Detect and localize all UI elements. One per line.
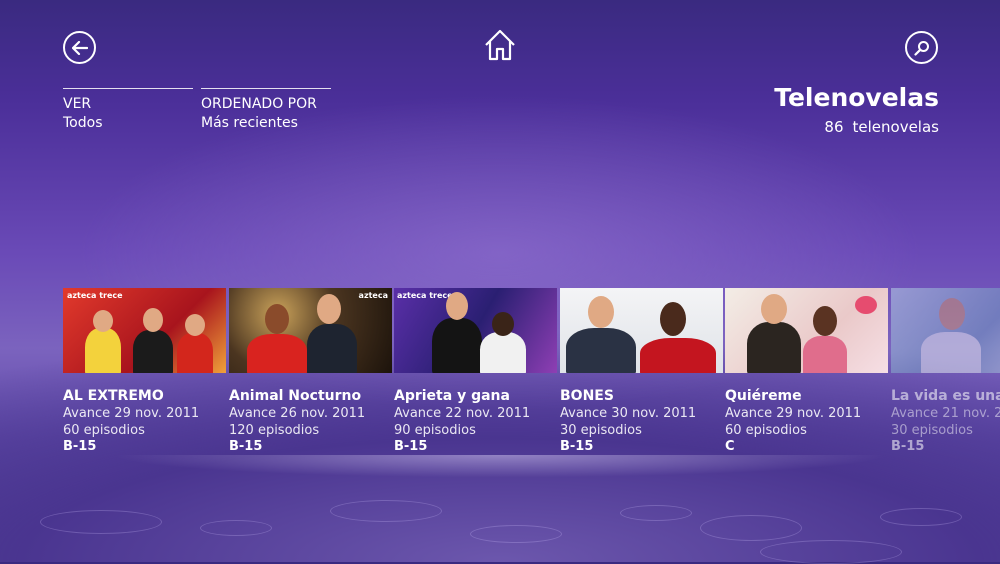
channel-logo: azteca [358,291,388,300]
show-rating: B-15 [891,439,925,454]
show-episodes: 30 episodios [891,423,973,438]
search-button[interactable] [905,31,938,64]
show-rating: B-15 [63,439,97,454]
show-thumbnail [560,288,723,373]
sort-filter-label: ORDENADO POR [201,96,317,112]
show-title: La vida es una C [891,388,1000,404]
show-tile[interactable]: BONES Avance 30 nov. 2011 30 episodios B… [560,288,723,455]
show-preview-date: Avance 29 nov. 2011 [63,406,200,421]
decor-ring [200,520,272,536]
show-episodes: 60 episodios [725,423,807,438]
decor-ring [330,500,442,522]
show-episodes: 30 episodios [560,423,642,438]
show-title: Animal Nocturno [229,388,362,404]
channel-logo: azteca trece [67,291,123,300]
home-icon [485,29,515,61]
decor-ring [760,540,902,564]
search-icon [913,40,929,56]
show-episodes: 120 episodios [229,423,320,438]
show-thumbnail [725,288,888,373]
show-preview-date: Avance 29 nov. 2011 [725,406,862,421]
show-preview-date: Avance 22 nov. 2011 [394,406,531,421]
item-count-number: 86 [824,118,844,136]
decor-ring [470,525,562,543]
show-rating: B-15 [229,439,263,454]
show-preview-date: Avance 30 nov. 2011 [560,406,697,421]
decor-ring [620,505,692,521]
sort-filter[interactable]: ORDENADO POR Más recientes [201,88,331,133]
show-episodes: 90 episodios [394,423,476,438]
sort-filter-value: Más recientes [201,115,298,131]
show-tile[interactable]: azteca Animal Nocturno Avance 26 nov. 20… [229,288,392,455]
show-title: BONES [560,388,614,404]
home-button[interactable] [483,28,517,62]
decor-ring [700,515,802,541]
show-rating: B-15 [394,439,428,454]
decor-ring [40,510,162,534]
item-count: 86 telenovelas [824,118,939,136]
item-count-label: telenovelas [852,118,939,136]
decor-ring [880,508,962,526]
show-title: AL EXTREMO [63,388,164,404]
show-title: Aprieta y gana [394,388,510,404]
show-thumbnail [891,288,1000,373]
show-rating: B-15 [560,439,594,454]
show-preview-date: Avance 26 nov. 2011 [229,406,366,421]
show-thumbnail: azteca [229,288,392,373]
show-tile[interactable]: azteca trece Aprieta y gana Avance 22 no… [394,288,557,455]
show-tile[interactable]: La vida es una C Avance 21 nov. 2011 30 … [891,288,1000,455]
back-arrow-icon [71,40,88,55]
view-filter-value: Todos [63,115,103,131]
show-episodes: 60 episodios [63,423,145,438]
page-title: Telenovelas [774,83,939,112]
view-filter[interactable]: VER Todos [63,88,193,133]
show-title: Quiéreme [725,388,802,404]
view-filter-label: VER [63,96,92,112]
show-tile[interactable]: Quiéreme Avance 29 nov. 2011 60 episodio… [725,288,888,455]
show-thumbnail: azteca trece [394,288,557,373]
show-tile[interactable]: azteca trece AL EXTREMO Avance 29 nov. 2… [63,288,226,455]
back-button[interactable] [63,31,96,64]
show-rating: C [725,439,735,454]
show-preview-date: Avance 21 nov. 2011 [891,406,1000,421]
show-thumbnail: azteca trece [63,288,226,373]
show-list[interactable]: azteca trece AL EXTREMO Avance 29 nov. 2… [63,288,1000,458]
channel-logo: azteca trece [397,291,453,300]
